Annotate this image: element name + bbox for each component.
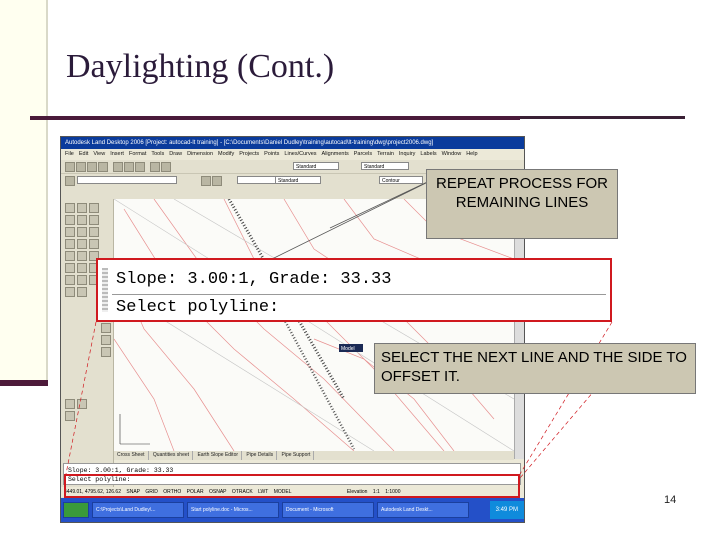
zoom-command-prompt: Select polyline: [116,298,280,317]
zoom-command-history: Slope: 3.00:1, Grade: 33.33 [116,270,392,289]
command-grip-handle [102,268,108,312]
slide-number: 14 [664,494,677,506]
leader-line [269,179,433,261]
zoom-leader-line [519,383,601,479]
repeat-process-callout: REPEAT PROCESS FOR REMAINING LINES [426,169,618,239]
select-next-line-callout: SELECT THE NEXT LINE AND THE SIDE TO OFF… [374,343,696,394]
zoom-divider [112,294,606,295]
zoomed-command-inset: Slope: 3.00:1, Grade: 33.33 Select polyl… [96,258,612,322]
leader-line [329,175,441,229]
zoom-leader-line [65,321,97,475]
